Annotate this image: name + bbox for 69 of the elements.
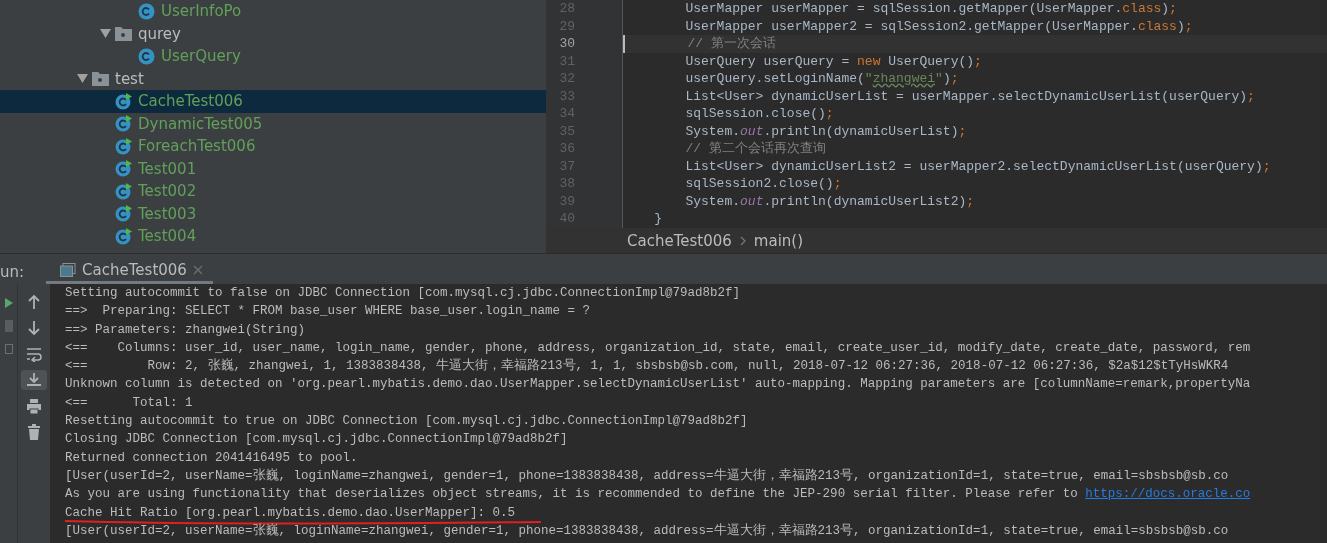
folder-icon bbox=[92, 70, 109, 88]
console-line: [User(userId=2, userName=张巍, loginName=zhangwei, gender=1, phone=1383838438, address=牛逼大街，幸福路213号, organizationId=1, state=true, email=sbsbsb@sb.co bbox=[65, 468, 1229, 483]
console-line: Cache Hit Ratio [org.pearl.mybatis.demo.dao.UserMapper]: 0.5 bbox=[65, 505, 516, 520]
down-arrow-icon bbox=[26, 320, 42, 336]
console-line: Setting autocommit to false on JDBC Connection [com.mysql.cj.jdbc.ConnectionImpl@79ad8b2f] bbox=[65, 286, 741, 300]
class-tree-item[interactable]: DynamicTest005 bbox=[0, 112, 546, 135]
close-icon[interactable] bbox=[192, 265, 203, 275]
test-class-icon bbox=[115, 227, 132, 245]
console-link[interactable]: https://docs.oracle.co bbox=[1085, 487, 1251, 502]
run-label: un: bbox=[0, 261, 25, 283]
chevron-icon bbox=[739, 235, 746, 246]
expanded-arrow-icon[interactable] bbox=[76, 74, 88, 84]
code-line: List<User> dynamicUserList2 = userMapper2.selectDynamicUserList(userQuery); bbox=[684, 157, 1271, 175]
breadcrumb-item[interactable]: CacheTest006 bbox=[627, 231, 732, 250]
text-cursor bbox=[623, 35, 625, 53]
console-line: <== Columns: user_id, user_name, login_name, gender, phone, address, organization_id, state, email, create_user_id, modify_date, create_date, password, rem bbox=[65, 340, 1251, 355]
code-line: } bbox=[653, 210, 662, 228]
run-icon[interactable] bbox=[4, 298, 13, 308]
class-tree-item[interactable]: ForeachTest006 bbox=[0, 135, 546, 158]
soft-wrap-icon bbox=[26, 346, 42, 362]
test-class-icon bbox=[115, 160, 132, 178]
run-tab[interactable]: CacheTest006 bbox=[46, 259, 213, 284]
code-line: UserQuery userQuery = new UserQuery(); bbox=[684, 52, 982, 70]
console-line: ==> Preparing: SELECT * FROM base_user WHERE base_user.login_name = ? bbox=[65, 304, 591, 319]
scroll-to-end-icon bbox=[26, 372, 42, 388]
square-icon[interactable] bbox=[4, 344, 13, 354]
console-line: [User(userId=2, userName=张巍, loginName=zhangwei, gender=1, phone=1383838438, address=牛逼大街，幸福路213号, organizationId=1, state=true, email=sbsbsb@sb.co bbox=[65, 523, 1229, 538]
folder-tree-item[interactable]: test bbox=[0, 67, 546, 90]
console-line: Unknown column is detected on 'org.pearl.mybatis.demo.dao.UserMapper.selectDynamicUserList' auto-mapping. Mapping parameters are [columnName=remark,propertyNa bbox=[65, 377, 1251, 392]
test-class-icon bbox=[115, 92, 132, 110]
code-line: List<User> dynamicUserList = userMapper.selectDynamicUserList(userQuery); bbox=[684, 87, 1255, 105]
class-icon bbox=[138, 47, 155, 65]
code-line: System.out.println(dynamicUserList); bbox=[684, 122, 967, 140]
code-line: UserMapper userMapper = sqlSession.getMapper(UserMapper.class); bbox=[684, 0, 1177, 18]
class-icon bbox=[138, 2, 155, 20]
test-class-icon bbox=[115, 137, 132, 155]
code-line: UserMapper userMapper2 = sqlSession2.getMapper(UserMapper.class); bbox=[684, 17, 1193, 35]
console-line: <== Row: 2, 张巍, zhangwei, 1, 1383838438, 牛逼大街，幸福路213号, 1, 1, sbsbsb@sb.com, null, 2018-07-12 06:27:36, 2018-07-12 06:27:36, $2a$12$tTyHsWKR4 bbox=[65, 359, 1229, 374]
test-class-icon bbox=[115, 182, 132, 200]
line-number: 30 bbox=[558, 35, 576, 53]
test-class-icon bbox=[115, 115, 132, 133]
code-line: sqlSession2.close(); bbox=[684, 175, 842, 193]
trash-icon bbox=[26, 424, 42, 440]
test-class-icon bbox=[115, 205, 132, 223]
class-tree-item[interactable]: UserInfoPo bbox=[0, 0, 546, 23]
console-line: Resetting autocommit to true on JDBC Connection [com.mysql.cj.jdbc.ConnectionImpl@79ad8b2f] bbox=[65, 414, 748, 429]
console-line: Returned connection 2041416495 to pool. bbox=[65, 450, 358, 465]
class-tree-item[interactable]: UserQuery bbox=[0, 45, 546, 68]
code-line: // 第二个会话再次查询 bbox=[684, 140, 826, 158]
folder-tree-item[interactable]: qurey bbox=[0, 22, 546, 45]
console-line: Closing JDBC Connection [com.mysql.cj.jdbc.ConnectionImpl@79ad8b2f] bbox=[65, 432, 568, 447]
scroll-to-end-button[interactable] bbox=[21, 370, 47, 390]
class-tree-item[interactable]: Test002 bbox=[0, 180, 546, 203]
up-arrow-icon bbox=[26, 294, 42, 310]
breadcrumb-item[interactable]: main() bbox=[753, 231, 803, 250]
class-tree-item[interactable]: CacheTest006 bbox=[0, 90, 546, 113]
console-line: As you are using functionality that deserializes object streams, it is recommended to define the JEP-290 serial filter. Please refer to bbox=[65, 487, 1079, 502]
code-line: sqlSession.close(); bbox=[684, 105, 834, 123]
class-tree-item[interactable]: Test003 bbox=[0, 202, 546, 225]
expanded-arrow-icon[interactable] bbox=[99, 29, 111, 39]
folder-icon bbox=[115, 25, 132, 43]
class-tree-item[interactable]: Test004 bbox=[0, 225, 546, 248]
class-tree-item[interactable]: Test001 bbox=[0, 157, 546, 180]
printer-icon bbox=[26, 398, 42, 414]
code-line: System.out.println(dynamicUserList2); bbox=[684, 192, 975, 210]
code-line: userQuery.setLoginName("zhangwei"); bbox=[684, 70, 959, 88]
console-line: ==> Parameters: zhangwei(String) bbox=[65, 322, 306, 337]
console-line: <== Total: 1 bbox=[65, 395, 193, 410]
console-window-icon bbox=[60, 263, 77, 277]
